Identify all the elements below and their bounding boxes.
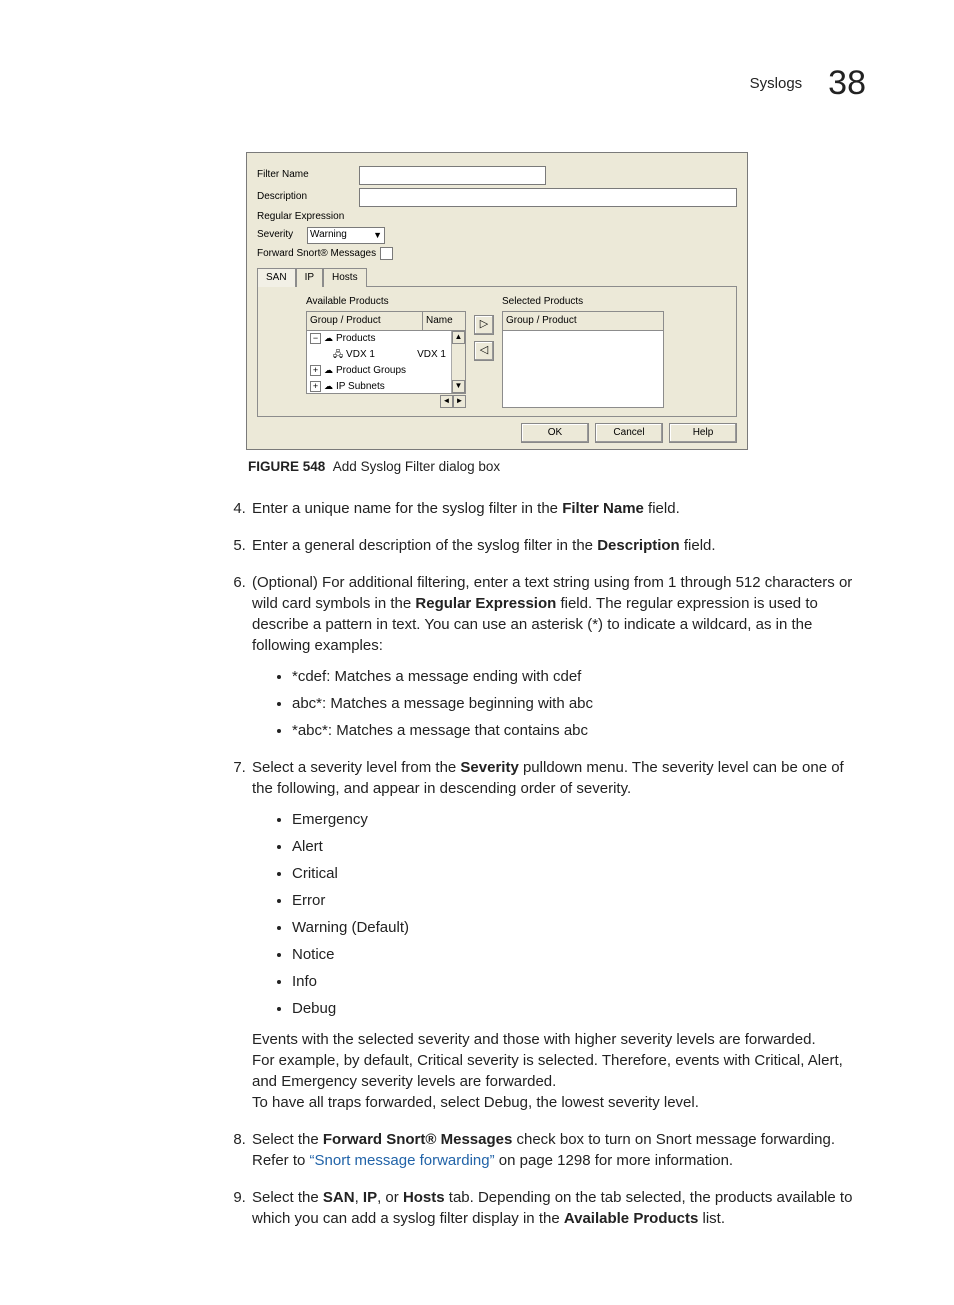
sev-emergency: Emergency: [292, 809, 866, 830]
add-syslog-filter-dialog: Filter Name Description Regular Expressi…: [246, 152, 748, 450]
forward-snort-checkbox[interactable]: [380, 247, 393, 260]
step-6: (Optional) For additional filtering, ent…: [250, 572, 866, 741]
step-7-para3: To have all traps forwarded, select Debu…: [252, 1092, 866, 1113]
sev-notice: Notice: [292, 944, 866, 965]
available-products-list[interactable]: − ☁ Products 🖧 VDX 1 VDX 1 +: [306, 330, 466, 394]
figure-label: FIGURE 548: [248, 459, 325, 474]
selected-products-title: Selected Products: [502, 295, 664, 309]
step-6-ex3: *abc*: Matches a message that contains a…: [292, 720, 866, 741]
tab-san[interactable]: SAN: [257, 268, 296, 287]
sev-alert: Alert: [292, 836, 866, 857]
page-header: Syslogs 38: [88, 60, 866, 108]
step-7: Select a severity level from the Severit…: [250, 757, 866, 1113]
filter-name-input[interactable]: [359, 166, 546, 185]
description-input[interactable]: [359, 188, 737, 207]
scroll-left-icon[interactable]: ◄: [440, 395, 453, 408]
scroll-up-icon[interactable]: ▲: [452, 331, 465, 344]
figure-caption: FIGURE 548 Add Syslog Filter dialog box: [248, 458, 866, 477]
collapse-icon[interactable]: −: [310, 333, 321, 344]
help-button[interactable]: Help: [669, 423, 737, 443]
step-7-para2: For example, by default, Critical severi…: [252, 1050, 866, 1092]
available-list-header: Group / Product Name: [306, 311, 466, 330]
severity-value: Warning: [310, 228, 347, 242]
tree-products: Products: [336, 332, 375, 346]
scroll-down-icon[interactable]: ▼: [452, 380, 465, 393]
regex-label: Regular Expression: [257, 210, 359, 224]
tree-ip-subnets: IP Subnets: [336, 380, 385, 394]
severity-label: Severity: [257, 228, 307, 242]
tab-ip[interactable]: IP: [296, 268, 323, 287]
cloud-icon: ☁: [324, 380, 333, 393]
chevron-down-icon: ▼: [373, 231, 382, 240]
tab-hosts[interactable]: Hosts: [323, 268, 367, 287]
step-6-ex1: *cdef: Matches a message ending with cde…: [292, 666, 866, 687]
step-8: Select the Forward Snort® Messages check…: [250, 1129, 866, 1171]
cloud-icon: ☁: [324, 364, 333, 377]
expand-icon[interactable]: +: [310, 381, 321, 392]
cloud-icon: ☁: [324, 332, 333, 345]
expand-icon[interactable]: +: [310, 365, 321, 376]
sev-error: Error: [292, 890, 866, 911]
severity-select[interactable]: Warning ▼: [307, 227, 385, 244]
device-icon: 🖧: [333, 348, 343, 361]
selected-list-header: Group / Product: [502, 311, 664, 330]
col-name: Name: [423, 312, 465, 330]
col-group-product: Group / Product: [503, 312, 663, 330]
step-6-ex2: abc*: Matches a message beginning with a…: [292, 693, 866, 714]
chapter-number: 38: [828, 60, 866, 108]
sev-info: Info: [292, 971, 866, 992]
col-group-product: Group / Product: [307, 312, 423, 330]
cancel-button[interactable]: Cancel: [595, 423, 663, 443]
tree-vdx1[interactable]: VDX 1: [346, 348, 375, 362]
step-5: Enter a general description of the syslo…: [250, 535, 866, 556]
header-section: Syslogs: [750, 73, 803, 94]
step-4: Enter a unique name for the syslog filte…: [250, 498, 866, 519]
tree-product-groups: Product Groups: [336, 364, 406, 378]
selected-products-list[interactable]: [502, 330, 664, 408]
sev-critical: Critical: [292, 863, 866, 884]
step-7-para1: Events with the selected severity and th…: [252, 1029, 866, 1050]
sev-debug: Debug: [292, 998, 866, 1019]
figure-caption-text: Add Syslog Filter dialog box: [333, 459, 500, 474]
snort-forwarding-link[interactable]: “Snort message forwarding”: [310, 1152, 495, 1169]
description-label: Description: [257, 190, 359, 204]
remove-button[interactable]: ◁: [474, 341, 494, 361]
step-9: Select the SAN, IP, or Hosts tab. Depend…: [250, 1187, 866, 1229]
available-products-title: Available Products: [306, 295, 466, 309]
forward-snort-label: Forward Snort® Messages: [257, 247, 376, 261]
add-button[interactable]: ▷: [474, 315, 494, 335]
scrollbar-vertical[interactable]: ▲ ▼: [451, 331, 465, 393]
scroll-right-icon[interactable]: ►: [453, 395, 466, 408]
filter-name-label: Filter Name: [257, 168, 359, 182]
ok-button[interactable]: OK: [521, 423, 589, 443]
sev-warning: Warning (Default): [292, 917, 866, 938]
